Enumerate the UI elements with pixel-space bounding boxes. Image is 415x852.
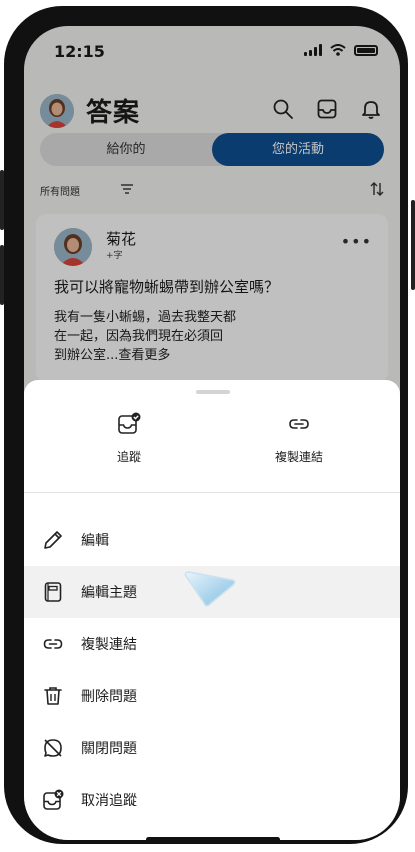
follow-action[interactable]: 追蹤: [54, 412, 204, 465]
sheet-grabber[interactable]: [196, 390, 230, 394]
menu-item-label: 關閉問題: [81, 741, 137, 757]
chat-off-icon: [44, 739, 62, 757]
menu-item-edit[interactable]: 編輯: [24, 514, 400, 566]
menu-item-label: 取消追蹤: [81, 793, 137, 809]
trash-icon: [44, 687, 62, 705]
menu-item-label: 複製連結: [81, 637, 137, 653]
menu-item-label: 刪除問題: [81, 689, 137, 705]
pointer-cursor-icon: [184, 571, 236, 607]
inbox-check-icon: [118, 412, 141, 434]
inbox-x-icon: [43, 789, 64, 810]
menu-item-label: 編輯: [81, 533, 109, 549]
menu-item-label: 編輯主題: [81, 585, 137, 601]
menu-item-copy-link[interactable]: 複製連結: [24, 618, 400, 670]
menu-item-unfollow[interactable]: 取消追蹤: [24, 774, 400, 826]
phone-screen: 12:15 答案 給你的 您的活動 所有問題 菊花 +字 ••• 我可以將寵物蜥…: [24, 26, 400, 840]
sheet-divider: [24, 492, 400, 493]
pencil-icon: [44, 531, 62, 549]
copy-link-label: 複製連結: [274, 450, 323, 464]
link-icon: [43, 639, 63, 649]
link-icon: [289, 419, 309, 429]
menu-item-delete-question[interactable]: 刪除問題: [24, 670, 400, 722]
copy-link-action[interactable]: 複製連結: [224, 412, 374, 465]
home-indicator: [146, 837, 280, 840]
follow-label: 追蹤: [116, 450, 141, 464]
notebook-icon: [44, 582, 62, 602]
menu-item-close-question[interactable]: 關閉問題: [24, 722, 400, 774]
phone-frame: 12:15 答案 給你的 您的活動 所有問題 菊花 +字 ••• 我可以將寵物蜥…: [4, 6, 408, 844]
